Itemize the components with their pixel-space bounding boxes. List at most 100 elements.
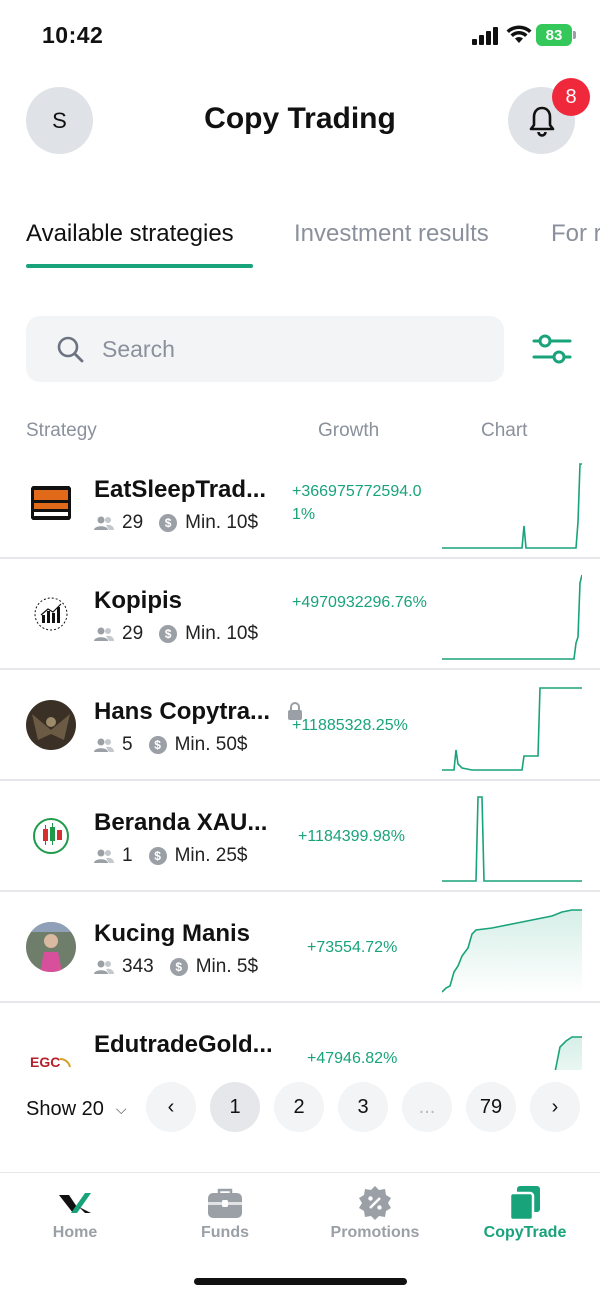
page-size-label: Show 20 — [26, 1098, 104, 1120]
nav-home[interactable]: Home — [0, 1173, 150, 1263]
page-button-1[interactable]: 1 — [210, 1082, 260, 1132]
home-logo-icon — [59, 1193, 91, 1213]
growth-sparkline — [442, 463, 582, 549]
filter-sliders-icon[interactable] — [532, 332, 572, 366]
followers-count: 1 — [122, 845, 133, 866]
strategy-meta: 1 $ Min. 25$ — [94, 845, 247, 867]
strategy-meta: 5 $ Min. 50$ — [94, 734, 247, 756]
status-bar: 10:42 83 — [0, 0, 600, 70]
home-indicator[interactable] — [194, 1278, 407, 1285]
growth-value: +47946.82% — [307, 1050, 398, 1067]
strategy-name: EdutradeGold... — [94, 1031, 273, 1058]
strategy-name: Kopipis — [94, 587, 182, 614]
strategy-row[interactable]: EGC EdutradeGold... +47946.82% — [0, 1003, 600, 1070]
strategy-row[interactable]: Kopipis 29 $ Min. 10$ +4970932296.76% — [0, 559, 600, 670]
nav-home-label: Home — [52, 1224, 98, 1241]
egc-logo-text: EGC — [30, 1054, 60, 1070]
strategy-name: Beranda XAU... — [94, 809, 268, 836]
followers-count: 5 — [122, 734, 133, 755]
users-icon — [94, 516, 114, 530]
strategy-row[interactable]: Hans Copytra... 5 $ Min. 50$ +11885328.2… — [0, 670, 600, 781]
strategy-meta: 343 $ Min. 5$ — [94, 956, 258, 978]
strategy-logo: EGC — [26, 1033, 76, 1070]
growth-value: +73554.72% — [307, 939, 398, 956]
column-header-growth: Growth — [318, 420, 380, 441]
dollar-coin-icon: $ — [159, 514, 178, 532]
wifi-icon — [506, 25, 532, 43]
nav-promotions[interactable]: Promotions — [300, 1173, 450, 1263]
min-investment: Min. 25$ — [174, 845, 248, 866]
strategy-logo — [26, 589, 76, 639]
strategy-row[interactable]: Beranda XAU... 1 $ Min. 25$ +1184399.98% — [0, 781, 600, 892]
growth-value: +11885328.25% — [292, 717, 408, 734]
nav-copytrade-label: CopyTrade — [483, 1224, 567, 1241]
strategy-meta: 29 $ Min. 10$ — [94, 623, 258, 645]
pagination-bar: Show 20 ⌵ ‹ 1 2 3 ... 79 › — [0, 1070, 600, 1170]
growth-sparkline — [442, 909, 582, 994]
users-icon — [94, 627, 114, 641]
dollar-coin-icon: $ — [159, 625, 178, 643]
column-header-chart: Chart — [481, 420, 528, 441]
prev-page-button[interactable]: ‹ — [146, 1082, 196, 1132]
briefcase-icon — [208, 1188, 242, 1218]
status-time: 10:42 — [42, 22, 104, 48]
users-icon — [94, 960, 114, 974]
followers-count: 29 — [122, 623, 144, 644]
nav-funds[interactable]: Funds — [150, 1173, 300, 1263]
growth-sparkline — [554, 1036, 582, 1070]
tab-available-strategies[interactable]: Available strategies — [26, 220, 234, 248]
users-icon — [94, 849, 114, 863]
min-investment: Min. 10$ — [185, 623, 259, 644]
growth-value: +1184399.98% — [298, 828, 405, 845]
strategy-logo — [26, 700, 76, 750]
page-button-79[interactable]: 79 — [466, 1082, 516, 1132]
search-icon — [57, 336, 84, 363]
nav-funds-label: Funds — [201, 1224, 249, 1241]
percent-badge-icon — [359, 1186, 391, 1220]
next-page-button[interactable]: › — [530, 1082, 580, 1132]
copy-icon — [508, 1186, 540, 1221]
strategy-name: Hans Copytra... — [94, 698, 271, 725]
strategy-row[interactable]: EatSleepTrad... 29 $ Min. 10$ +366975772… — [0, 448, 600, 559]
growth-value: +4970932296.76% — [292, 594, 427, 611]
nav-copytrade[interactable]: CopyTrade — [450, 1173, 600, 1263]
min-investment: Min. 50$ — [174, 734, 248, 755]
page-size-select[interactable]: Show 20 ⌵ — [26, 1098, 126, 1121]
strategy-tabs: Available strategies Investment results … — [0, 210, 600, 270]
growth-sparkline — [442, 574, 582, 660]
bell-icon — [529, 106, 554, 137]
strategy-logo — [26, 478, 76, 528]
column-header-strategy: Strategy — [26, 420, 97, 441]
search-bar[interactable] — [26, 316, 504, 382]
tab-investment-results[interactable]: Investment results — [294, 220, 489, 248]
strategy-name: Kucing Manis — [94, 920, 251, 947]
notification-badge: 8 — [552, 78, 590, 116]
min-investment: Min. 5$ — [195, 956, 259, 977]
growth-value: +366975772594.01% — [292, 483, 422, 523]
tab-for-r[interactable]: For r — [551, 220, 600, 248]
search-input[interactable] — [102, 316, 482, 382]
active-tab-indicator — [26, 264, 253, 268]
chevron-down-icon: ⌵ — [115, 1101, 127, 1117]
page-button-2[interactable]: 2 — [274, 1082, 324, 1132]
page-button-3[interactable]: 3 — [338, 1082, 388, 1132]
min-investment: Min. 10$ — [185, 512, 259, 533]
strategy-name: EatSleepTrad... — [94, 476, 267, 503]
strategy-list: EatSleepTrad... 29 $ Min. 10$ +366975772… — [0, 448, 600, 1070]
nav-promotions-label: Promotions — [330, 1224, 420, 1241]
strategy-logo — [26, 811, 76, 861]
dollar-coin-icon: $ — [169, 958, 188, 976]
growth-sparkline — [442, 687, 582, 771]
users-icon — [94, 738, 114, 752]
battery-icon: 83 — [536, 24, 576, 46]
dollar-coin-icon: $ — [148, 736, 167, 754]
followers-count: 29 — [122, 512, 144, 533]
strategy-meta: 29 $ Min. 10$ — [94, 512, 258, 534]
growth-sparkline — [442, 796, 582, 882]
page-ellipsis: ... — [402, 1082, 452, 1132]
dollar-coin-icon: $ — [148, 847, 167, 865]
strategy-logo — [26, 922, 76, 972]
cellular-signal-icon — [472, 27, 498, 45]
followers-count: 343 — [122, 956, 154, 977]
strategy-row[interactable]: Kucing Manis 343 $ Min. 5$ +73554.72% — [0, 892, 600, 1003]
